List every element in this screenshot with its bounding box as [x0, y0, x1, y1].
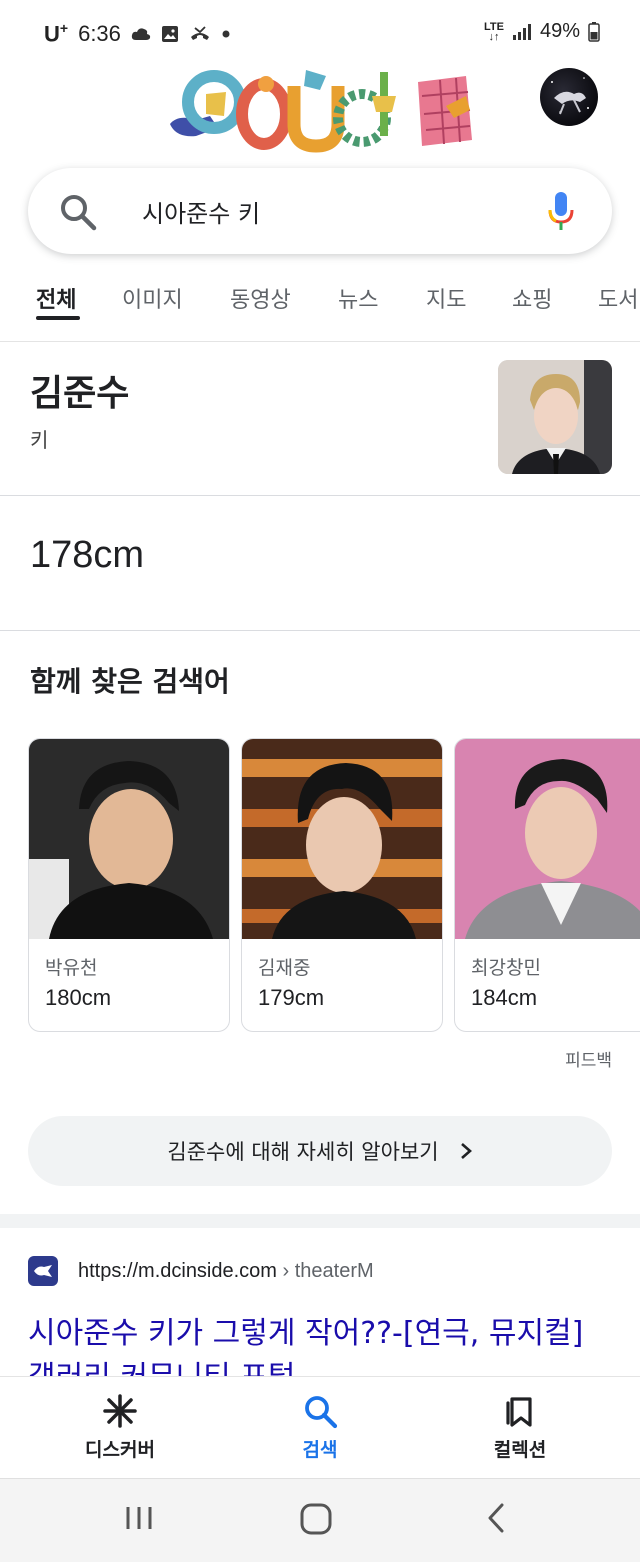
avatar-image	[551, 77, 589, 115]
learn-more-label: 김준수에 대해 자세히 알아보기	[167, 1140, 439, 1164]
tab-shopping[interactable]: 쇼핑	[512, 282, 552, 314]
related-card-name: 김재중	[258, 957, 311, 979]
network-type: LTE ↓↑	[484, 20, 504, 43]
home-icon[interactable]	[298, 1501, 334, 1537]
google-doodle-logo[interactable]	[166, 66, 476, 158]
related-card[interactable]: 최강창민 184cm	[454, 738, 640, 1032]
account-avatar[interactable]	[540, 68, 598, 126]
site-favicon-icon	[28, 1256, 58, 1286]
tab-news[interactable]: 뉴스	[338, 282, 378, 314]
related-card-image	[242, 739, 442, 939]
gallery-icon	[161, 25, 178, 42]
collections-icon	[506, 1397, 532, 1427]
tab-all[interactable]: 전체	[36, 282, 76, 314]
status-time: 6:36	[78, 20, 121, 46]
system-navigation-bar	[0, 1478, 640, 1562]
related-card-image	[455, 739, 640, 939]
related-searches-title: 함께 찾은 검색어	[30, 665, 230, 698]
entity-photo[interactable]	[498, 360, 612, 474]
nav-collections-label: 컬렉션	[493, 1439, 547, 1461]
dot-icon	[222, 30, 230, 38]
tab-books[interactable]: 도서	[598, 282, 638, 314]
related-card[interactable]: 박유천 180cm	[28, 738, 230, 1032]
section-separator	[0, 1214, 640, 1228]
status-bar: U+ 6:36 LTE ↓↑ 49%	[0, 0, 640, 64]
header	[0, 64, 640, 164]
back-icon[interactable]	[482, 1501, 512, 1535]
asterisk-icon	[103, 1394, 137, 1428]
nav-search-label: 검색	[302, 1439, 338, 1461]
chevron-right-icon	[460, 1143, 472, 1159]
active-tab-indicator	[36, 316, 80, 320]
tab-videos[interactable]: 동영상	[230, 282, 291, 314]
search-icon[interactable]	[58, 192, 98, 232]
tab-maps[interactable]: 지도	[426, 282, 466, 314]
divider	[0, 495, 640, 496]
microphone-icon[interactable]	[546, 190, 576, 232]
battery-level: 49%	[539, 20, 580, 42]
battery-icon	[588, 21, 600, 42]
feedback-link[interactable]: 피드백	[565, 1046, 612, 1071]
divider	[0, 630, 640, 631]
related-card-image	[29, 739, 229, 939]
carrier-label: U+	[44, 20, 69, 47]
search-query-text[interactable]: 시아준수 키	[142, 194, 260, 229]
related-card-height: 179cm	[258, 985, 325, 1010]
learn-more-button[interactable]: 김준수에 대해 자세히 알아보기	[28, 1116, 612, 1186]
related-card-name: 박유천	[45, 957, 98, 979]
cloud-icon	[131, 28, 151, 40]
search-icon	[305, 1396, 338, 1429]
tab-images[interactable]: 이미지	[122, 282, 183, 314]
bottom-navigation: 디스커버 검색 컬렉션	[0, 1376, 640, 1478]
entity-title: 김준수	[30, 373, 130, 414]
nav-discover-label: 디스커버	[85, 1439, 155, 1461]
entity-photo-image	[498, 360, 612, 474]
height-answer: 178cm	[30, 534, 145, 576]
entity-attribute: 키	[30, 428, 49, 452]
result-source[interactable]: https://m.dcinside.com › theaterM	[28, 1256, 374, 1286]
search-box[interactable]: 시아준수 키	[28, 168, 612, 254]
related-card-height: 180cm	[45, 985, 112, 1010]
related-card-name: 최강창민	[471, 957, 541, 979]
nav-discover[interactable]: 디스커버	[50, 1393, 190, 1462]
result-title-link[interactable]: 시아준수 키가 그렇게 작어??-[연극, 뮤지컬] 갤러리 커뮤니티 포털	[28, 1312, 618, 1378]
related-card[interactable]: 김재중 179cm	[241, 738, 443, 1032]
search-tabs: 전체 이미지 동영상 뉴스 지도 쇼핑 도서	[0, 270, 640, 342]
nav-collections[interactable]: 컬렉션	[450, 1393, 590, 1462]
missed-call-icon	[190, 26, 209, 40]
result-url: https://m.dcinside.com › theaterM	[78, 1259, 374, 1282]
signal-icon	[512, 23, 531, 40]
related-card-height: 184cm	[471, 985, 538, 1010]
nav-search[interactable]: 검색	[250, 1393, 390, 1462]
recent-apps-icon[interactable]	[122, 1501, 156, 1535]
